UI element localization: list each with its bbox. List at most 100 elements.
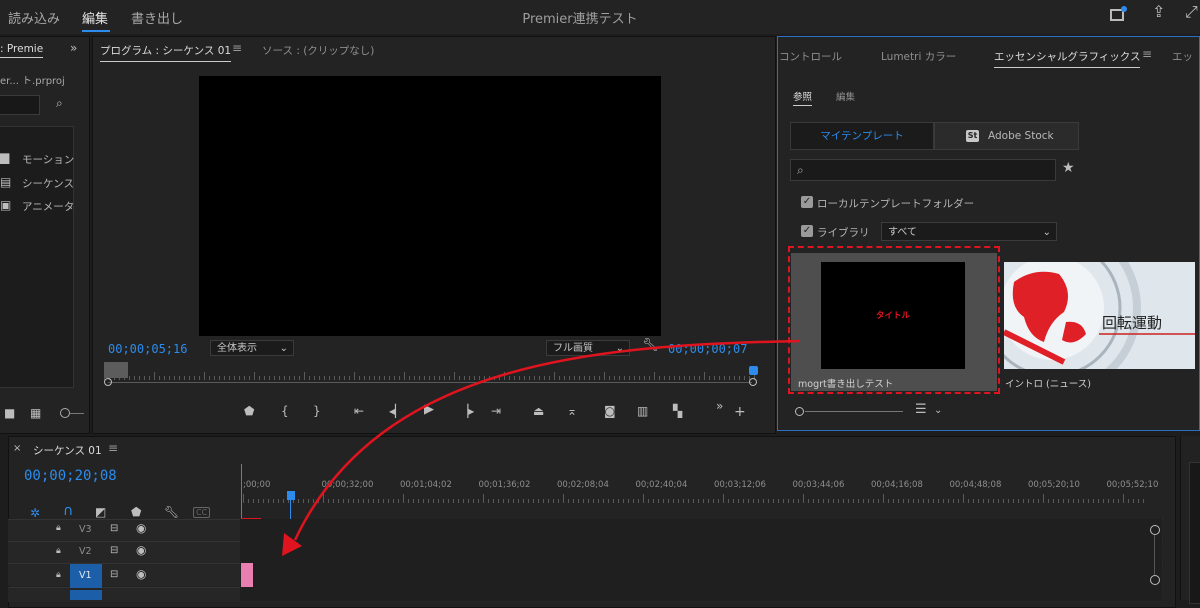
libraries-checkbox[interactable]: ✓ bbox=[801, 225, 813, 237]
sync-lock-icon[interactable]: ⊟ bbox=[110, 569, 118, 581]
project-item-animator[interactable]: アニメータ bbox=[22, 199, 74, 214]
ruler-tick bbox=[649, 376, 650, 380]
lift-icon[interactable]: ⏏ bbox=[533, 405, 544, 417]
ruler-tick bbox=[658, 499, 659, 503]
lock-icon[interactable]: 🔒︎ bbox=[56, 522, 61, 534]
star-icon[interactable]: ★ bbox=[1062, 161, 1075, 175]
wrench-icon[interactable]: 🔧︎ bbox=[164, 506, 179, 518]
project-item-sequence[interactable]: シーケンス bbox=[22, 176, 74, 191]
fullscreen-icon[interactable]: ⤢ bbox=[1185, 4, 1198, 20]
sort-icon[interactable]: ☰ bbox=[915, 403, 927, 416]
eye-icon[interactable]: ◉ bbox=[136, 522, 146, 534]
tab-lumetri[interactable]: Lumetri カラー bbox=[881, 49, 956, 64]
ruler-tick bbox=[803, 494, 804, 503]
track-label-v1[interactable]: V1 bbox=[79, 570, 92, 581]
thumbnail-size-slider-handle[interactable] bbox=[795, 407, 804, 416]
sync-lock-icon[interactable]: ⊟ bbox=[110, 545, 118, 557]
ruler-tick bbox=[893, 499, 894, 503]
eye-icon[interactable]: ◉ bbox=[136, 544, 146, 556]
my-templates-toggle[interactable]: マイテンプレート bbox=[790, 122, 934, 150]
project-path: er... ト.prproj bbox=[0, 76, 65, 87]
subtab-edit[interactable]: 編集 bbox=[836, 89, 855, 103]
timeline-tab[interactable]: シーケンス 01 bbox=[33, 443, 102, 458]
comparison-view-icon[interactable]: ▥ bbox=[637, 405, 648, 417]
scroll-handle[interactable] bbox=[1150, 575, 1160, 585]
play-icon[interactable]: ▶ bbox=[424, 403, 434, 416]
playback-quality-select[interactable]: フル画質 ⌄ bbox=[546, 340, 630, 356]
tab-more[interactable]: エッ bbox=[1172, 49, 1193, 64]
project-search-input[interactable] bbox=[0, 95, 40, 115]
menu-icon[interactable]: ≡ bbox=[232, 41, 242, 55]
eye-icon[interactable]: ◉ bbox=[136, 568, 146, 580]
source-patch-a1[interactable] bbox=[70, 590, 102, 600]
lock-icon[interactable]: 🔒︎ bbox=[56, 569, 61, 581]
mark-in-icon[interactable]: { bbox=[281, 405, 289, 417]
tab-source[interactable]: ソース : (クリップなし) bbox=[262, 43, 374, 58]
menu-icon[interactable]: ≡ bbox=[108, 441, 118, 455]
timeline-ruler[interactable] bbox=[243, 493, 1153, 503]
track-label-v2[interactable]: V2 bbox=[79, 546, 92, 557]
sync-lock-icon[interactable]: ⊟ bbox=[110, 523, 118, 535]
captions-icon[interactable]: CC bbox=[193, 507, 211, 518]
go-to-out-icon[interactable]: ⇥ bbox=[491, 405, 501, 417]
playhead-handle[interactable] bbox=[287, 491, 295, 500]
lock-icon[interactable]: 🔒︎ bbox=[56, 545, 61, 557]
zoom-bar-left-handle[interactable] bbox=[104, 378, 112, 386]
thumbnail-size-slider[interactable] bbox=[805, 411, 903, 412]
camera-icon[interactable]: ◙ bbox=[604, 405, 616, 417]
workspaces-icon[interactable] bbox=[1110, 6, 1127, 21]
icon-view-icon[interactable]: ▦ bbox=[30, 407, 41, 419]
step-back-icon[interactable]: ◂▏ bbox=[389, 405, 404, 417]
mark-out-icon[interactable]: } bbox=[313, 405, 321, 417]
extract-icon[interactable]: ⌅ bbox=[567, 405, 577, 417]
scroll-handle[interactable] bbox=[1150, 525, 1160, 535]
snap-icon[interactable]: ∩ bbox=[63, 504, 73, 518]
step-forward-icon[interactable]: ▕▸ bbox=[459, 405, 474, 417]
go-to-in-icon[interactable]: ⇤ bbox=[354, 405, 364, 417]
linked-selection-icon[interactable]: ◩ bbox=[95, 506, 106, 518]
wrench-icon[interactable]: 🔧︎ bbox=[642, 339, 659, 352]
tab-essential-graphics[interactable]: エッセンシャルグラフィックス bbox=[994, 49, 1141, 68]
track-content-area[interactable] bbox=[240, 519, 1162, 601]
tab-program[interactable]: プログラム : シーケンス 01 bbox=[100, 43, 232, 62]
add-button-icon[interactable]: + bbox=[734, 405, 746, 419]
vertical-scrollbar[interactable] bbox=[1154, 535, 1155, 575]
add-marker-icon[interactable]: ⬟ bbox=[131, 506, 141, 518]
timeline-clip[interactable] bbox=[241, 563, 253, 587]
timeline-current-timecode[interactable]: 00;00;20;08 bbox=[24, 468, 117, 484]
template-tile-intro-news[interactable]: 回転運動 bbox=[1004, 262, 1195, 369]
close-icon[interactable]: × bbox=[13, 443, 21, 455]
local-templates-checkbox[interactable]: ✓ bbox=[801, 196, 813, 208]
menu-icon[interactable]: ≡ bbox=[1142, 47, 1152, 61]
ruler-tick bbox=[1083, 499, 1084, 503]
track-label-v3[interactable]: V3 bbox=[79, 524, 92, 535]
adobe-stock-toggle[interactable]: St Adobe Stock bbox=[934, 122, 1079, 150]
nest-icon[interactable]: ✲ bbox=[30, 507, 40, 519]
program-time-ruler[interactable] bbox=[104, 362, 758, 380]
ruler-tick bbox=[408, 499, 409, 503]
tab-effect-controls[interactable]: コントロール bbox=[779, 49, 842, 64]
project-item-motion[interactable]: モーション bbox=[22, 152, 74, 167]
ruler-tick bbox=[908, 499, 909, 503]
find-icon[interactable]: ⌕ bbox=[56, 97, 63, 109]
work-area-bar[interactable] bbox=[241, 505, 261, 519]
subtab-browse[interactable]: 参照 bbox=[793, 89, 813, 106]
template-search-input[interactable]: ⌕ bbox=[790, 159, 1056, 181]
list-view-icon[interactable]: ■ bbox=[4, 407, 15, 419]
project-panel-tab[interactable]: : Premie bbox=[0, 43, 44, 58]
program-current-timecode[interactable]: 00;00;05;16 bbox=[108, 342, 187, 356]
safe-margins-icon[interactable]: ▚ bbox=[673, 405, 682, 417]
panel-overflow-icon[interactable]: » bbox=[70, 42, 77, 54]
ruler-tick bbox=[709, 376, 710, 380]
chevron-down-icon[interactable]: ⌄ bbox=[934, 405, 942, 417]
zoom-slider-handle[interactable] bbox=[60, 408, 70, 418]
program-zoom-bar[interactable] bbox=[108, 382, 752, 383]
share-icon[interactable]: ⇪ bbox=[1152, 4, 1165, 20]
add-marker-icon[interactable]: ⬟ bbox=[244, 405, 254, 417]
ruler-tick bbox=[603, 499, 604, 503]
zoom-bar-right-handle[interactable] bbox=[749, 378, 757, 386]
zoom-level-select[interactable]: 全体表示 ⌄ bbox=[210, 340, 294, 356]
overflow-icon[interactable]: » bbox=[716, 400, 723, 412]
zoom-slider[interactable] bbox=[70, 413, 84, 414]
library-select[interactable]: すべて ⌄ bbox=[881, 222, 1057, 241]
